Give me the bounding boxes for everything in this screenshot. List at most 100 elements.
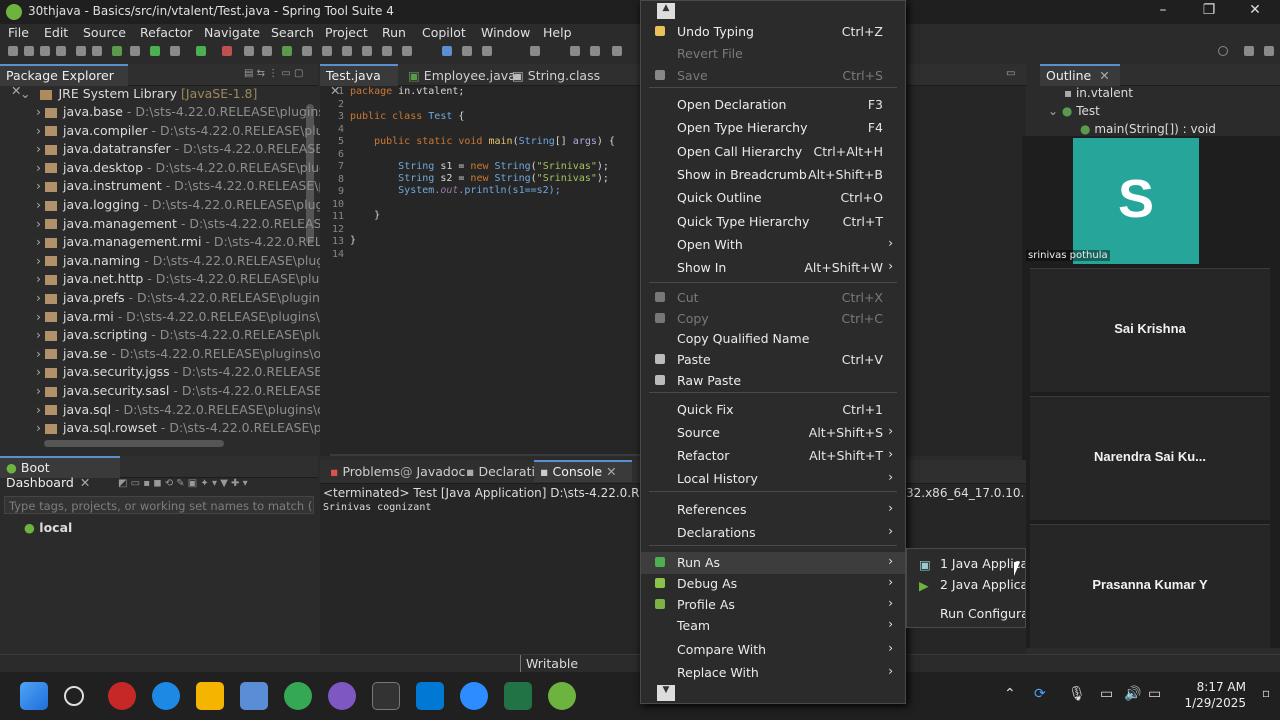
edge-icon[interactable] (152, 682, 180, 710)
open-type-icon[interactable] (302, 46, 312, 56)
toggle-mark-icon[interactable] (362, 46, 372, 56)
outline-package[interactable]: ▪ in.vtalent (1064, 86, 1133, 104)
excel-icon[interactable] (504, 682, 532, 710)
annotation-icon[interactable] (442, 46, 452, 56)
menu-project[interactable]: Project (325, 25, 368, 40)
new-package-icon[interactable] (262, 46, 272, 56)
local-target[interactable]: ● local (24, 520, 72, 535)
spring-icon[interactable] (112, 46, 122, 56)
new-class-icon[interactable] (282, 46, 292, 56)
tree-item[interactable]: › java.base - D:\sts-4.22.0.RELEASE\plug… (36, 104, 350, 122)
chevron-right-icon[interactable]: › (36, 402, 41, 417)
tree-item[interactable]: › java.net.http - D:\sts-4.22.0.RELEASE\… (36, 271, 349, 289)
security-app-icon[interactable] (108, 682, 136, 710)
close-icon[interactable]: ✕ (80, 475, 90, 490)
participant-tile[interactable]: Prasanna Kumar Y (1030, 524, 1270, 648)
code-line-7[interactable]: String s1 = new String("Srinivas"); (350, 161, 609, 172)
microphone-icon[interactable]: 🎙 (1068, 686, 1086, 702)
chevron-right-icon[interactable]: › (36, 346, 41, 361)
restore-button[interactable]: ❐ (1194, 2, 1224, 22)
menu-item-save[interactable]: Save Ctrl+S (641, 65, 905, 87)
code-line-3[interactable]: public class Test { (350, 111, 464, 122)
tab-test-java[interactable]: Test.java ✕ (320, 64, 398, 98)
maximize-icon[interactable]: ▭ (1006, 68, 1015, 79)
chevron-down-icon[interactable]: ⌄ (20, 86, 30, 101)
code-line-1[interactable]: package in.vtalent; (350, 86, 464, 97)
vscode-icon[interactable] (416, 682, 444, 710)
tree-item[interactable]: › java.security.sasl - D:\sts-4.22.0.REL… (36, 383, 353, 401)
menu-search[interactable]: Search (271, 25, 314, 40)
file-explorer-icon[interactable] (196, 682, 224, 710)
debug-icon[interactable] (130, 46, 140, 56)
menu-item-debug-as[interactable]: Debug As › (641, 573, 905, 595)
submenu-java-app-2[interactable]: ▶ 2 Java Applicatio (907, 574, 1025, 596)
zoom-icon[interactable] (460, 682, 488, 710)
menu-item-show-in[interactable]: Show In Alt+Shift+W › (641, 257, 905, 279)
tab-console[interactable]: ▪ Console ✕ (534, 460, 632, 482)
chevron-right-icon[interactable]: › (36, 420, 41, 435)
whitespace-icon[interactable] (402, 46, 412, 56)
save-icon[interactable] (24, 46, 34, 56)
chevron-right-icon[interactable]: › (36, 234, 41, 249)
chevron-down-icon[interactable]: ⌄ (1048, 104, 1058, 118)
outline-class[interactable]: ⌄ ● Test (1048, 104, 1100, 122)
menu-item-refactor[interactable]: Refactor Alt+Shift+T › (641, 445, 905, 467)
back-icon[interactable] (570, 46, 580, 56)
close-button[interactable]: ✕ (1240, 2, 1270, 22)
print-icon[interactable] (56, 46, 66, 56)
menu-item-source[interactable]: Source Alt+Shift+S › (641, 422, 905, 444)
menu-item-quick-outline[interactable]: Quick Outline Ctrl+O (641, 187, 905, 209)
external-tools-icon[interactable] (222, 46, 232, 56)
menu-item-revert-file[interactable]: Revert File (641, 43, 905, 65)
search-icon[interactable] (64, 686, 84, 706)
menu-navigate[interactable]: Navigate (204, 25, 260, 40)
menu-file[interactable]: File (8, 25, 29, 40)
chevron-right-icon[interactable]: › (36, 383, 41, 398)
battery-icon[interactable]: ▭ (1148, 686, 1161, 702)
chevron-right-icon[interactable]: › (36, 290, 41, 305)
start-icon[interactable] (20, 682, 48, 710)
menu-item-cut[interactable]: Cut Ctrl+X (641, 287, 905, 309)
menu-item-quick-fix[interactable]: Quick Fix Ctrl+1 (641, 399, 905, 421)
chevron-right-icon[interactable]: › (36, 197, 41, 212)
menu-refactor[interactable]: Refactor (140, 25, 192, 40)
chevron-right-icon[interactable]: › (36, 364, 41, 379)
java-perspective-icon[interactable] (1264, 46, 1274, 56)
run-last-icon[interactable] (196, 46, 206, 56)
menu-copilot[interactable]: Copilot (422, 25, 466, 40)
sync-icon[interactable]: ⟳ (1034, 686, 1046, 702)
volume-icon[interactable]: 🔊 (1124, 686, 1141, 702)
tab-outline[interactable]: Outline ✕ (1040, 64, 1120, 86)
open-task-icon[interactable] (342, 46, 352, 56)
sts-icon[interactable] (548, 682, 576, 710)
menu-item-team[interactable]: Team › (641, 615, 905, 637)
chevron-right-icon[interactable]: › (36, 178, 41, 193)
last-edit-icon[interactable] (530, 46, 540, 56)
minimize-button[interactable]: – (1148, 2, 1178, 22)
new-icon[interactable] (8, 46, 18, 56)
chevron-right-icon[interactable]: › (36, 253, 41, 268)
chevron-right-icon[interactable]: › (36, 160, 41, 175)
menu-item-open-declaration[interactable]: Open Declaration F3 (641, 94, 905, 116)
chevron-right-icon[interactable]: › (36, 141, 41, 156)
menu-item-declarations[interactable]: Declarations › (641, 522, 905, 544)
submenu-java-app-1[interactable]: ▣ 1 Java Applicatio (907, 553, 1025, 575)
tree-item[interactable]: › java.naming - D:\sts-4.22.0.RELEASE\pl… (36, 253, 342, 271)
menu-run[interactable]: Run (382, 25, 406, 40)
menu-item-open-type-hierarchy[interactable]: Open Type Hierarchy F4 (641, 117, 905, 139)
chevron-right-icon[interactable]: › (36, 216, 41, 231)
menu-item-replace-with[interactable]: Replace With › (641, 662, 905, 684)
clock-time[interactable]: 8:17 AM (1186, 680, 1246, 694)
menu-item-open-with[interactable]: Open With › (641, 234, 905, 256)
close-icon[interactable]: ✕ (606, 464, 616, 479)
code-line-9[interactable]: System.out.println(s1==s2); (350, 185, 561, 196)
menu-item-undo-typing[interactable]: Undo Typing Ctrl+Z (641, 21, 905, 43)
menu-item-quick-type-hierarchy[interactable]: Quick Type Hierarchy Ctrl+T (641, 211, 905, 233)
tree-item[interactable]: › java.logging - D:\sts-4.22.0.RELEASE\p… (36, 197, 346, 215)
copilot-icon[interactable] (328, 682, 356, 710)
notification-icon[interactable]: ▫ (1262, 686, 1270, 700)
undo-icon[interactable] (76, 46, 86, 56)
new-java-project-icon[interactable] (244, 46, 254, 56)
tree-item[interactable]: › java.scripting - D:\sts-4.22.0.RELEASE… (36, 327, 343, 345)
tree-root[interactable]: ⌄ JRE System Library [JavaSE-1.8] (20, 86, 257, 104)
